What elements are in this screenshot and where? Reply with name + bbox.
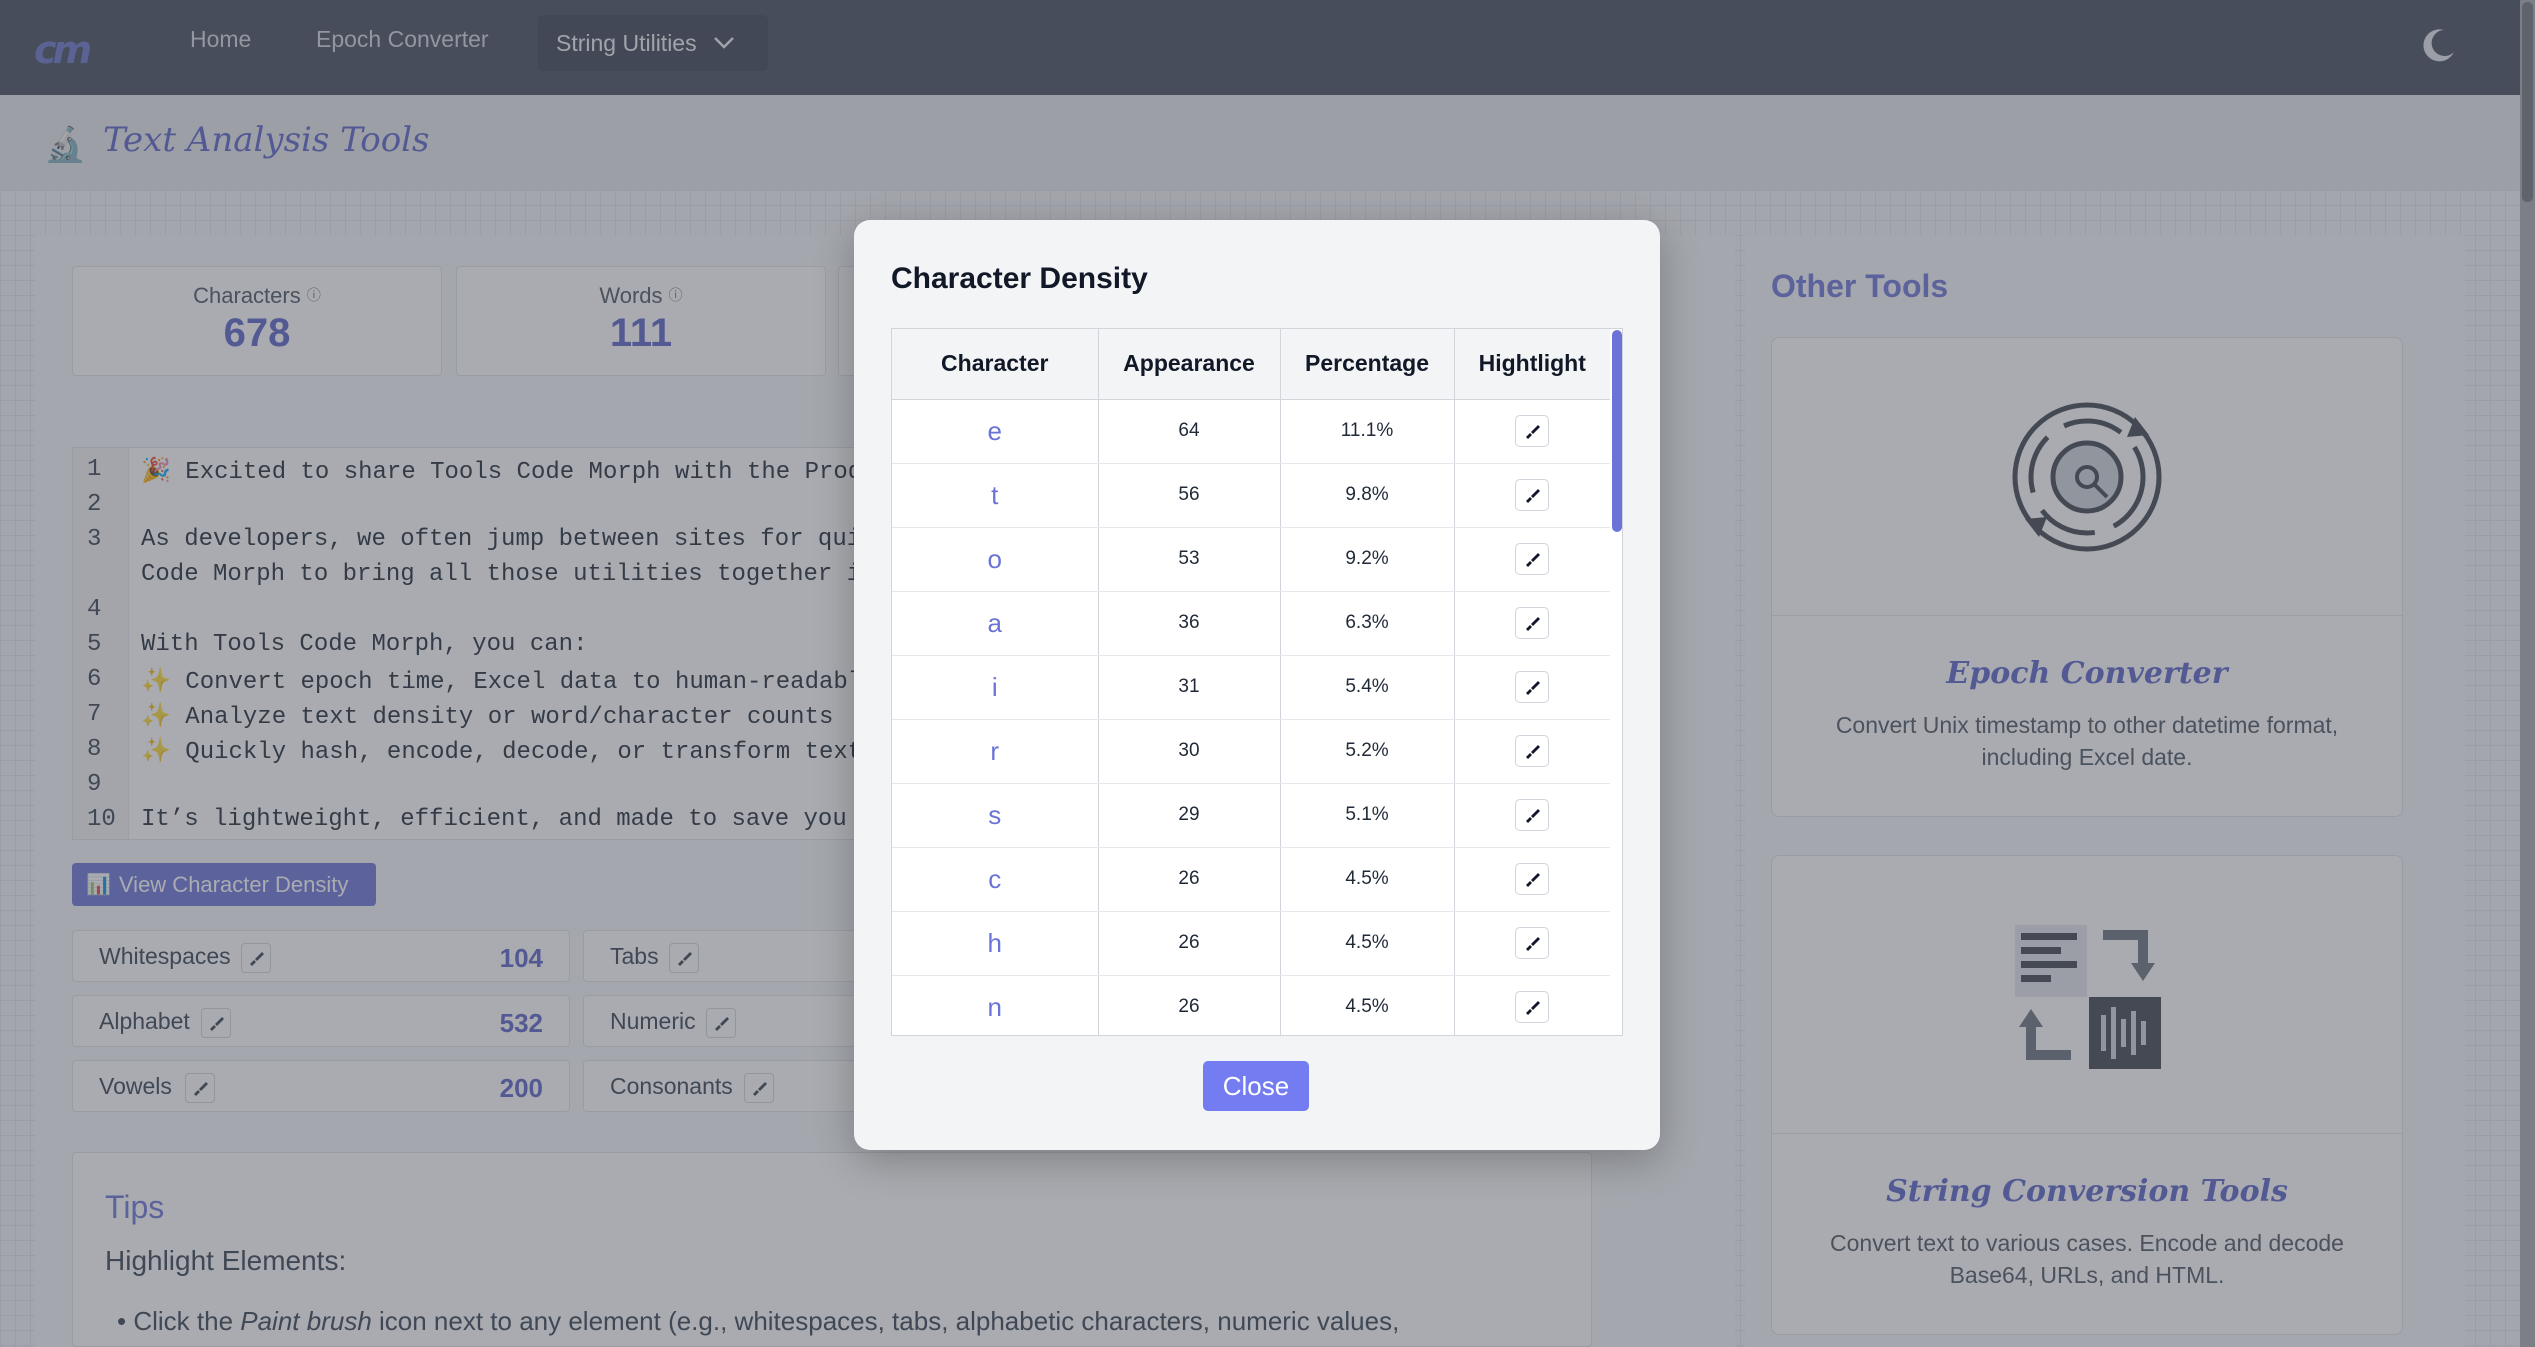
row-char: e [892,399,1099,464]
paint-brush-icon[interactable] [1515,479,1550,511]
row-count: 56 [1098,463,1281,528]
row-char: a [892,591,1099,656]
row-count: 29 [1098,783,1281,848]
table-row: r 30 5.2% [892,719,1610,784]
row-char: n [892,975,1099,1035]
row-char: o [892,527,1099,592]
row-pct: 4.5% [1280,847,1455,912]
col-appearance: Appearance [1098,329,1281,400]
row-pct: 5.1% [1280,783,1455,848]
row-count: 53 [1098,527,1281,592]
paint-brush-icon[interactable] [1515,927,1550,959]
table-row: c 26 4.5% [892,847,1610,912]
table-header-row: Character Appearance Percentage Hightlig… [892,329,1610,400]
row-pct: 4.5% [1280,911,1455,976]
row-pct: 6.3% [1280,591,1455,656]
table-row: o 53 9.2% [892,527,1610,592]
table-scrollbar-thumb[interactable] [1612,330,1622,532]
paint-brush-icon[interactable] [1515,543,1550,575]
table-row: e 64 11.1% [892,399,1610,464]
page-scrollbar-thumb[interactable] [2522,2,2533,202]
row-char: c [892,847,1099,912]
row-count: 31 [1098,655,1281,720]
paint-brush-icon[interactable] [1515,415,1550,447]
row-count: 36 [1098,591,1281,656]
row-char: t [892,463,1099,528]
table-row: a 36 6.3% [892,591,1610,656]
table-row: n 26 4.5% [892,975,1610,1035]
row-pct: 11.1% [1280,399,1455,464]
paint-brush-icon[interactable] [1515,799,1550,831]
row-pct: 9.2% [1280,527,1455,592]
row-char: r [892,719,1099,784]
row-count: 26 [1098,911,1281,976]
modal-title: Character Density [891,262,1148,295]
paint-brush-icon[interactable] [1515,607,1550,639]
paint-brush-icon[interactable] [1515,735,1550,767]
table-row: i 31 5.4% [892,655,1610,720]
row-pct: 5.4% [1280,655,1455,720]
table-row: t 56 9.8% [892,463,1610,528]
paint-brush-icon[interactable] [1515,863,1550,895]
row-char: h [892,911,1099,976]
close-button[interactable]: Close [1203,1061,1309,1111]
paint-brush-icon[interactable] [1515,991,1550,1023]
row-count: 64 [1098,399,1281,464]
row-pct: 4.5% [1280,975,1455,1035]
row-count: 26 [1098,975,1281,1035]
row-char: s [892,783,1099,848]
col-highlight: Hightlight [1454,329,1610,400]
table-row: h 26 4.5% [892,911,1610,976]
row-count: 26 [1098,847,1281,912]
paint-brush-icon[interactable] [1515,671,1550,703]
density-table-container[interactable]: Character Appearance Percentage Hightlig… [891,328,1623,1036]
col-percentage: Percentage [1280,329,1455,400]
table-row: s 29 5.1% [892,783,1610,848]
row-pct: 5.2% [1280,719,1455,784]
character-density-modal: Character Density Character Appearance P… [854,220,1660,1150]
row-char: i [892,655,1099,720]
row-pct: 9.8% [1280,463,1455,528]
col-character: Character [892,329,1099,400]
density-table: Character Appearance Percentage Hightlig… [892,329,1610,1035]
page-scrollbar[interactable] [2520,0,2535,1347]
row-count: 30 [1098,719,1281,784]
